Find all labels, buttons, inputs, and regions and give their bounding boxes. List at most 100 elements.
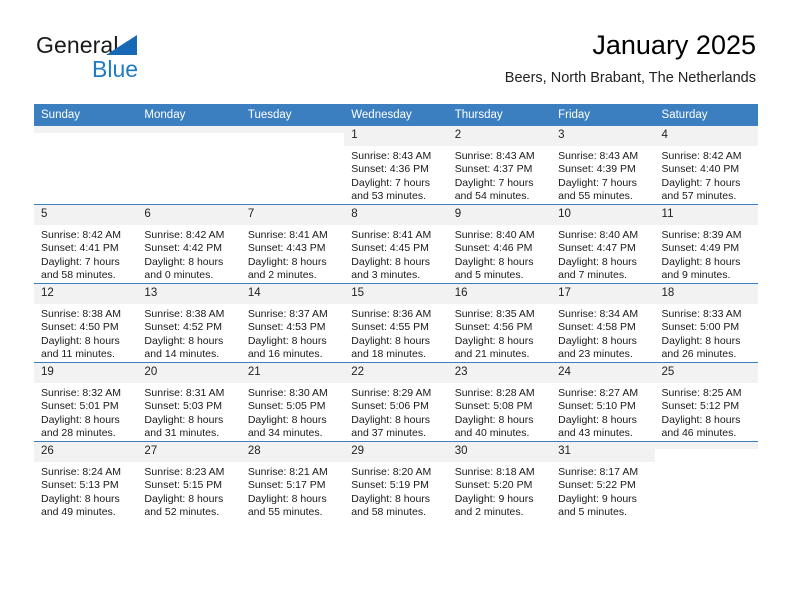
day-number [137,126,241,133]
daylight-text-line2: and 11 minutes. [41,348,115,361]
calendar-week-row: 1 Sunrise: 8:43 AM Sunset: 4:36 PM Daylight… [34,126,758,205]
calendar-day-cell[interactable]: 28 Sunrise: 8:21 AM Sunset: 5:17 PM Dayligh… [240,441,345,520]
calendar-day-cell[interactable]: 25 Sunrise: 8:25 AM Sunset: 5:12 PM Dayligh… [654,362,758,442]
calendar-day-cell[interactable]: 16 Sunrise: 8:35 AM Sunset: 4:56 PM Dayligh… [447,283,552,363]
weekday-header-thursday: Thursday [447,104,552,126]
calendar-day-cell[interactable]: 7 Sunrise: 8:41 AM Sunset: 4:43 PM Daylight… [240,204,345,284]
calendar-day-cell[interactable]: 24 Sunrise: 8:27 AM Sunset: 5:10 PM Dayligh… [551,362,655,442]
sunset-text: Sunset: 4:52 PM [144,321,223,334]
calendar-day-cell[interactable]: 22 Sunrise: 8:29 AM Sunset: 5:06 PM Dayligh… [344,362,448,442]
daylight-text-line2: and 43 minutes. [558,427,633,440]
calendar-day-cell[interactable]: 5 Sunrise: 8:42 AM Sunset: 4:41 PM Daylight… [34,204,138,284]
day-details: Sunrise: 8:27 AM Sunset: 5:10 PM Daylight:… [551,383,654,441]
calendar-day-cell[interactable]: 3 Sunrise: 8:43 AM Sunset: 4:39 PM Daylight… [551,126,655,205]
day-details: Sunrise: 8:36 AM Sunset: 4:55 PM Daylight:… [344,304,447,362]
sunrise-text: Sunrise: 8:35 AM [454,308,535,320]
calendar-day-cell[interactable]: 17 Sunrise: 8:34 AM Sunset: 4:58 PM Dayligh… [551,283,655,363]
day-details: Sunrise: 8:43 AM Sunset: 4:37 PM Daylight:… [448,146,551,204]
daylight-text-line2: and 26 minutes. [661,348,737,361]
daylight-text-line1: Daylight: 8 hours [661,255,741,268]
day-details: Sunrise: 8:28 AM Sunset: 5:08 PM Daylight:… [448,383,551,441]
daylight-text-line1: Daylight: 9 hours [454,492,534,505]
calendar-day-cell[interactable]: 1 Sunrise: 8:43 AM Sunset: 4:36 PM Daylight… [344,126,448,205]
calendar-day-cell[interactable]: 9 Sunrise: 8:40 AM Sunset: 4:46 PM Daylight… [447,204,552,284]
calendar-day-cell[interactable]: 31 Sunrise: 8:17 AM Sunset: 5:22 PM Dayligh… [551,441,655,520]
daylight-text-line1: Daylight: 8 hours [454,334,534,347]
daylight-text-line2: and 55 minutes. [558,190,633,203]
calendar-week-row: 19 Sunrise: 8:32 AM Sunset: 5:01 PM Dayligh… [34,362,758,442]
calendar-day-cell[interactable]: 29 Sunrise: 8:20 AM Sunset: 5:19 PM Dayligh… [344,441,448,520]
day-details: Sunrise: 8:25 AM Sunset: 5:12 PM Daylight:… [655,383,758,441]
day-number: 27 [137,442,241,462]
daylight-text-line1: Daylight: 8 hours [144,255,224,268]
day-number [654,442,758,449]
page-subtitle: Beers, North Brabant, The Netherlands [504,70,756,86]
day-number [34,126,138,133]
day-details: Sunrise: 8:31 AM Sunset: 5:03 PM Daylight:… [137,383,240,441]
weekday-header-saturday: Saturday [654,104,758,126]
day-number: 16 [447,284,552,304]
sunrise-text: Sunrise: 8:43 AM [351,150,432,162]
calendar-body: 1 Sunrise: 8:43 AM Sunset: 4:36 PM Daylight… [34,126,758,520]
day-number: 18 [654,284,758,304]
calendar-day-cell[interactable]: 2 Sunrise: 8:43 AM Sunset: 4:37 PM Daylight… [447,126,552,205]
day-details: Sunrise: 8:29 AM Sunset: 5:06 PM Daylight:… [344,383,447,441]
calendar-day-cell[interactable]: 12 Sunrise: 8:38 AM Sunset: 4:50 PM Dayligh… [34,283,138,363]
daylight-text-line1: Daylight: 8 hours [454,413,534,426]
calendar-day-cell[interactable]: 21 Sunrise: 8:30 AM Sunset: 5:05 PM Dayligh… [240,362,345,442]
daylight-text-line1: Daylight: 8 hours [247,334,327,347]
calendar-day-cell[interactable]: 23 Sunrise: 8:28 AM Sunset: 5:08 PM Dayligh… [447,362,552,442]
daylight-text-line1: Daylight: 8 hours [558,255,637,268]
sunset-text: Sunset: 5:05 PM [247,400,326,413]
daylight-text-line1: Daylight: 8 hours [558,413,637,426]
calendar-day-cell[interactable]: 20 Sunrise: 8:31 AM Sunset: 5:03 PM Dayligh… [137,362,241,442]
calendar-day-cell[interactable]: 27 Sunrise: 8:23 AM Sunset: 5:15 PM Dayligh… [137,441,241,520]
sunrise-text: Sunrise: 8:40 AM [558,229,639,241]
daylight-text-line1: Daylight: 7 hours [351,176,431,189]
day-details: Sunrise: 8:21 AM Sunset: 5:17 PM Daylight:… [241,462,344,520]
calendar-day-cell[interactable]: 14 Sunrise: 8:37 AM Sunset: 4:53 PM Dayligh… [240,283,345,363]
calendar-day-cell[interactable]: 30 Sunrise: 8:18 AM Sunset: 5:20 PM Dayligh… [447,441,552,520]
sunset-text: Sunset: 4:53 PM [247,321,326,334]
calendar-day-cell[interactable]: 8 Sunrise: 8:41 AM Sunset: 4:45 PM Daylight… [344,204,448,284]
logo-triangle-icon [106,35,137,55]
calendar-day-cell[interactable]: 4 Sunrise: 8:42 AM Sunset: 4:40 PM Daylight… [654,126,758,205]
calendar-day-cell[interactable]: 26 Sunrise: 8:24 AM Sunset: 5:13 PM Dayligh… [34,441,138,520]
sunset-text: Sunset: 5:19 PM [351,479,429,492]
sunset-text: Sunset: 5:15 PM [144,479,223,492]
calendar-header-row: Sunday Monday Tuesday Wednesday Thursday… [34,104,758,126]
sunset-text: Sunset: 4:46 PM [454,242,533,255]
day-details: Sunrise: 8:24 AM Sunset: 5:13 PM Daylight:… [34,462,137,520]
calendar-day-cell[interactable]: 18 Sunrise: 8:33 AM Sunset: 5:00 PM Dayligh… [654,283,758,363]
calendar-day-cell[interactable]: 6 Sunrise: 8:42 AM Sunset: 4:42 PM Daylight… [137,204,241,284]
daylight-text-line1: Daylight: 8 hours [41,334,120,347]
calendar-day-cell[interactable]: 13 Sunrise: 8:38 AM Sunset: 4:52 PM Dayligh… [137,283,241,363]
sunset-text: Sunset: 5:20 PM [454,479,533,492]
calendar-day-cell[interactable]: 10 Sunrise: 8:40 AM Sunset: 4:47 PM Dayligh… [551,204,655,284]
sunrise-text: Sunrise: 8:41 AM [351,229,432,241]
daylight-text-line2: and 31 minutes. [144,427,220,440]
calendar-day-cell-empty [240,126,345,205]
day-details: Sunrise: 8:38 AM Sunset: 4:50 PM Daylight:… [34,304,137,362]
daylight-text-line1: Daylight: 8 hours [247,492,327,505]
calendar-day-cell[interactable]: 15 Sunrise: 8:36 AM Sunset: 4:55 PM Dayligh… [344,283,448,363]
day-details: Sunrise: 8:43 AM Sunset: 4:39 PM Daylight:… [551,146,654,204]
daylight-text-line1: Daylight: 8 hours [351,413,431,426]
daylight-text-line2: and 5 minutes. [558,506,627,519]
day-details: Sunrise: 8:20 AM Sunset: 5:19 PM Daylight:… [344,462,447,520]
day-number: 7 [240,205,345,225]
daylight-text-line2: and 28 minutes. [41,427,116,440]
daylight-text-line2: and 58 minutes. [41,269,116,282]
sunset-text: Sunset: 5:17 PM [247,479,326,492]
general-blue-logo[interactable]: General Blue [36,32,236,88]
calendar-day-cell[interactable]: 11 Sunrise: 8:39 AM Sunset: 4:49 PM Dayligh… [654,204,758,284]
sunrise-text: Sunrise: 8:38 AM [144,308,225,320]
day-details: Sunrise: 8:23 AM Sunset: 5:15 PM Daylight:… [137,462,240,520]
sunrise-text: Sunrise: 8:43 AM [454,150,535,162]
daylight-text-line2: and 40 minutes. [454,427,530,440]
day-details: Sunrise: 8:34 AM Sunset: 4:58 PM Daylight:… [551,304,654,362]
sunrise-text: Sunrise: 8:34 AM [558,308,639,320]
daylight-text-line2: and 7 minutes. [558,269,627,282]
calendar-day-cell[interactable]: 19 Sunrise: 8:32 AM Sunset: 5:01 PM Dayligh… [34,362,138,442]
day-number: 2 [447,126,552,146]
